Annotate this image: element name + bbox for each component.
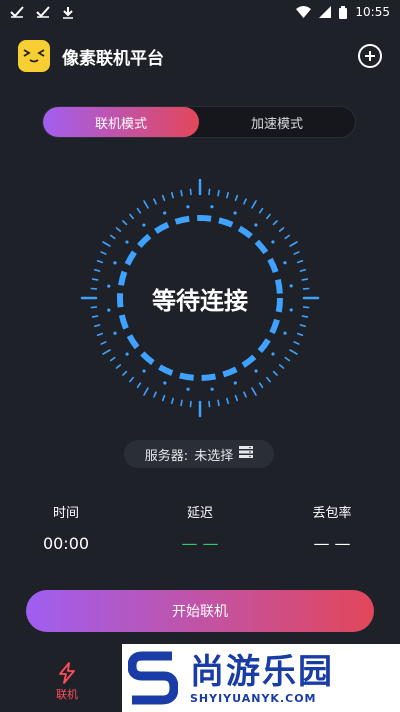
tab-online-mode[interactable]: 联机模式 bbox=[43, 107, 199, 137]
stat-packet-loss: 丢包率 — — bbox=[272, 502, 392, 556]
watermark-logo-icon bbox=[122, 644, 184, 712]
logo-face-icon bbox=[23, 49, 45, 63]
mode-switch: 联机模式 加速模式 bbox=[42, 106, 356, 138]
status-left bbox=[10, 6, 74, 19]
plus-icon bbox=[365, 51, 375, 61]
stat-label: 延迟 bbox=[186, 506, 213, 521]
stat-value: — — bbox=[313, 534, 351, 553]
check-icon bbox=[36, 6, 50, 18]
server-selector[interactable]: 服务器: 未选择 bbox=[124, 440, 274, 468]
nav-item-online[interactable]: 联机 bbox=[42, 662, 92, 708]
watermark-cn: 尚游乐园 bbox=[190, 651, 334, 692]
check-icon bbox=[10, 6, 24, 18]
tab-boost-mode[interactable]: 加速模式 bbox=[199, 107, 355, 137]
stat-value: — — bbox=[181, 534, 219, 553]
stat-label: 丢包率 bbox=[312, 506, 352, 521]
wifi-icon bbox=[296, 6, 312, 18]
start-connect-button[interactable]: 开始联机 bbox=[26, 590, 374, 632]
connection-dial[interactable]: 等待连接 bbox=[80, 178, 320, 418]
page-title: 像素联机平台 bbox=[62, 48, 164, 69]
watermark-en: SHYIYUANYK.COM bbox=[190, 691, 317, 705]
status-bar: 10:55 bbox=[0, 0, 400, 24]
app-header: 像素联机平台 bbox=[0, 36, 400, 76]
server-label: 服务器: bbox=[144, 448, 189, 464]
app-logo bbox=[18, 40, 50, 72]
watermark: 尚游乐园 SHYIYUANYK.COM bbox=[122, 644, 400, 712]
connection-status: 等待连接 bbox=[152, 286, 248, 315]
nav-item-label: 联机 bbox=[56, 688, 78, 701]
stats-row: 时间 00:00 延迟 — — 丢包率 — — bbox=[0, 502, 400, 562]
add-button[interactable] bbox=[358, 44, 382, 68]
lightning-icon bbox=[59, 662, 75, 684]
signal-icon bbox=[319, 6, 332, 18]
battery-icon bbox=[339, 5, 348, 19]
stat-latency: 延迟 — — bbox=[140, 502, 260, 556]
stat-time: 时间 00:00 bbox=[6, 502, 126, 556]
status-right: 10:55 bbox=[296, 5, 390, 19]
status-time: 10:55 bbox=[355, 5, 390, 19]
server-list-icon bbox=[239, 446, 254, 462]
stat-value: 00:00 bbox=[42, 534, 90, 553]
server-value: 未选择 bbox=[194, 448, 234, 464]
download-icon bbox=[62, 6, 74, 19]
watermark-text: 尚游乐园 SHYIYUANYK.COM bbox=[184, 652, 334, 705]
stat-label: 时间 bbox=[52, 506, 79, 521]
